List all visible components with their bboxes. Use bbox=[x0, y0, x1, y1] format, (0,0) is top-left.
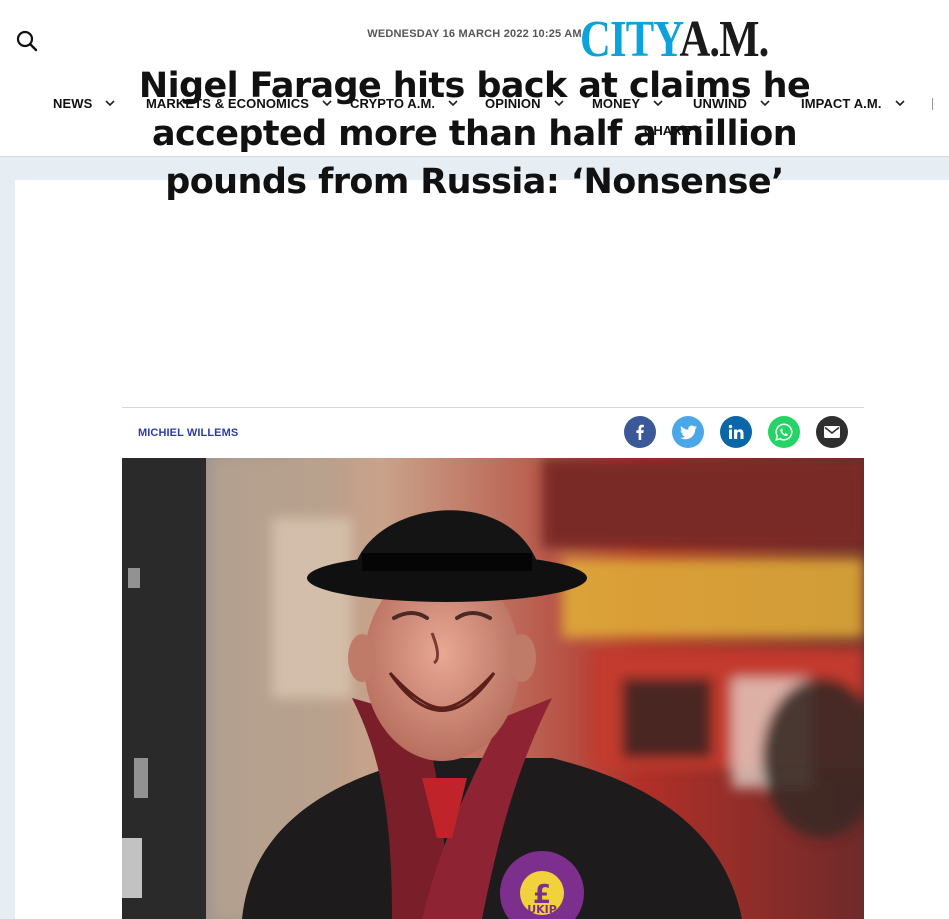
share-facebook-button[interactable] bbox=[624, 416, 656, 448]
headline-line: Nigel Farage hits back at claims he bbox=[138, 66, 811, 106]
twitter-icon bbox=[679, 424, 697, 439]
site-logo[interactable]: CITYA.M. bbox=[580, 14, 769, 66]
email-icon bbox=[824, 426, 840, 438]
linkedin-icon bbox=[728, 424, 744, 439]
share-linkedin-button[interactable] bbox=[720, 416, 752, 448]
headline-line: accepted more than half a million bbox=[151, 114, 798, 154]
whatsapp-icon bbox=[775, 423, 793, 441]
headline-line: pounds from Russia: ‘Nonsense’ bbox=[165, 162, 784, 202]
article-hero-image: £ UKIP bbox=[122, 458, 864, 919]
divider bbox=[122, 407, 864, 408]
share-whatsapp-button[interactable] bbox=[768, 416, 800, 448]
article-headline: Nigel Farage hits back at claims he acce… bbox=[0, 62, 949, 206]
share-email-button[interactable] bbox=[816, 416, 848, 448]
author-link[interactable]: MICHIEL WILLEMS bbox=[138, 427, 238, 439]
hero-photo-illustration: £ UKIP bbox=[122, 458, 864, 919]
rosette-label: UKIP bbox=[527, 903, 557, 916]
facebook-icon bbox=[636, 424, 644, 440]
share-twitter-button[interactable] bbox=[672, 416, 704, 448]
article-date: WEDNESDAY 16 MARCH 2022 10:25 AM bbox=[367, 28, 582, 40]
